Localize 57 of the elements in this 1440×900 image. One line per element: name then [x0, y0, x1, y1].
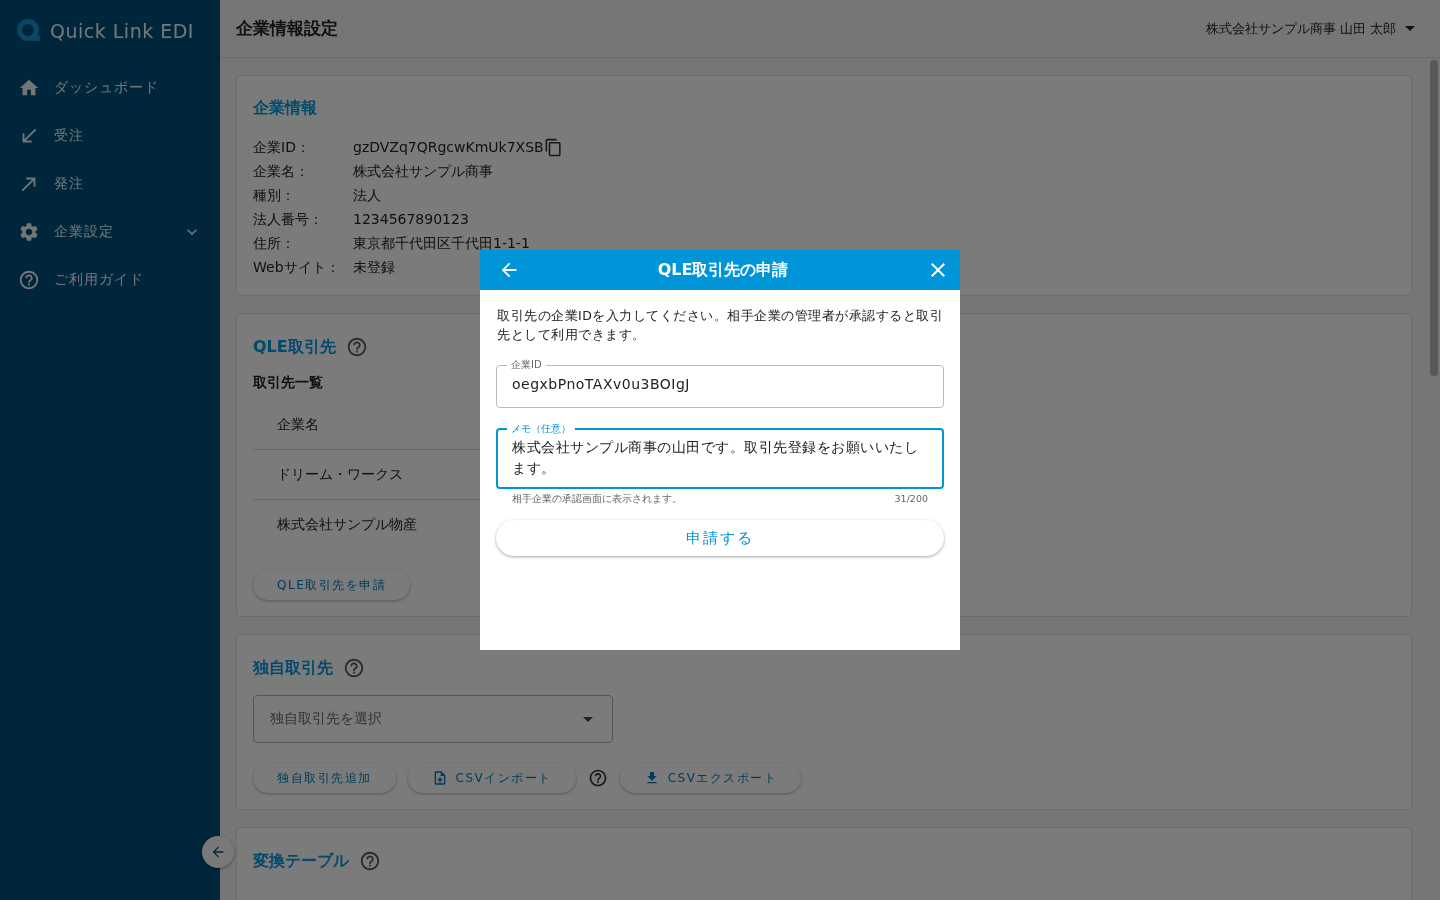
character-counter: 31/200	[894, 493, 928, 506]
select-field[interactable]: 独自取引先を選択	[253, 695, 613, 743]
field-label: 種別：	[253, 186, 296, 205]
help-icon[interactable]	[343, 657, 365, 679]
field-label: 企業ID	[510, 358, 543, 372]
dialog-title: QLE取引先の申請	[657, 259, 789, 281]
field-value: 1234567890123	[353, 210, 469, 229]
field-label: 法人番号：	[253, 210, 324, 229]
scrollbar[interactable]	[1430, 60, 1438, 376]
sidebar-item[interactable]: ダッシュボード	[0, 64, 220, 112]
logo-icon	[16, 18, 42, 44]
export-button[interactable]: CSVエクスポート	[619, 763, 802, 793]
table-cell: ドリーム・ワークス	[277, 465, 403, 484]
submit-button[interactable]: 申請する	[496, 520, 944, 556]
sidebar-item[interactable]: 企業設定	[0, 208, 220, 256]
field-label: 企業ID：	[253, 138, 311, 157]
sidebar-item[interactable]: 受注	[0, 112, 220, 160]
input-field[interactable]: 企業ID oegxbPnoTAXv0u3BOIgJ	[496, 358, 944, 408]
settings-icon	[18, 221, 40, 243]
list-heading: 取引先一覧	[253, 374, 323, 392]
field-value: 法人	[353, 186, 381, 205]
description: 取引先の企業IDを入力してください。相手企業の管理者が承認すると取引先として利用できます。	[497, 307, 944, 344]
collapse-button[interactable]	[202, 836, 234, 868]
logo-text: Quick Link EDI	[50, 20, 194, 42]
field-value: 株式会社サンプル商事	[353, 162, 493, 181]
caret-down-icon	[1405, 26, 1415, 31]
help-icon[interactable]	[359, 850, 381, 872]
helper-text: 相手企業の承認画面に表示されます。	[512, 493, 682, 506]
help-icon	[18, 269, 40, 291]
user-menu[interactable]: 株式会社サンプル商事 山田 太郎	[1205, 19, 1420, 38]
section-title: 変換テーブル	[253, 850, 349, 872]
field-value: oegxbPnoTAXv0u3BOIgJ	[512, 375, 691, 394]
section-title: QLE取引先	[253, 336, 336, 358]
apply-button[interactable]: QLE取引先を申請	[253, 570, 411, 600]
field-label: 企業名：	[253, 162, 310, 181]
field-label: Webサイト：	[253, 258, 341, 277]
sidebar-item[interactable]: 発注	[0, 160, 220, 208]
help-icon[interactable]	[345, 336, 368, 358]
field-value: 東京都千代田区千代田1-1-1	[353, 234, 530, 253]
sidebar-item[interactable]: ご利用ガイド	[0, 256, 220, 304]
section-title: 独自取引先	[253, 657, 333, 679]
help-icon[interactable]	[587, 768, 608, 788]
field-label: 住所：	[253, 234, 296, 253]
table-cell: 株式会社サンプル物産	[277, 516, 417, 534]
field-value: 未登録	[353, 258, 395, 277]
import-button[interactable]: CSVインポート	[407, 763, 576, 793]
add-button[interactable]: 独自取引先追加	[253, 763, 396, 793]
field-value: gzDVZq7QRgcwKmUk7XSB	[353, 138, 544, 157]
copy-icon[interactable]	[543, 137, 563, 157]
caret-down-icon	[583, 716, 593, 722]
column-header: 企業名	[277, 415, 319, 434]
section-title: 企業情報	[253, 98, 317, 119]
arrow-left-icon	[210, 844, 226, 860]
input-field[interactable]: メモ（任意） 株式会社サンプル商事の山田です。取引先登録をお願いいたします。	[496, 422, 944, 489]
page-title: 企業情報設定	[236, 17, 338, 40]
field-value: 株式会社サンプル商事の山田です。取引先登録をお願いいたします。	[512, 438, 919, 478]
field-label: メモ（任意）	[510, 422, 572, 436]
